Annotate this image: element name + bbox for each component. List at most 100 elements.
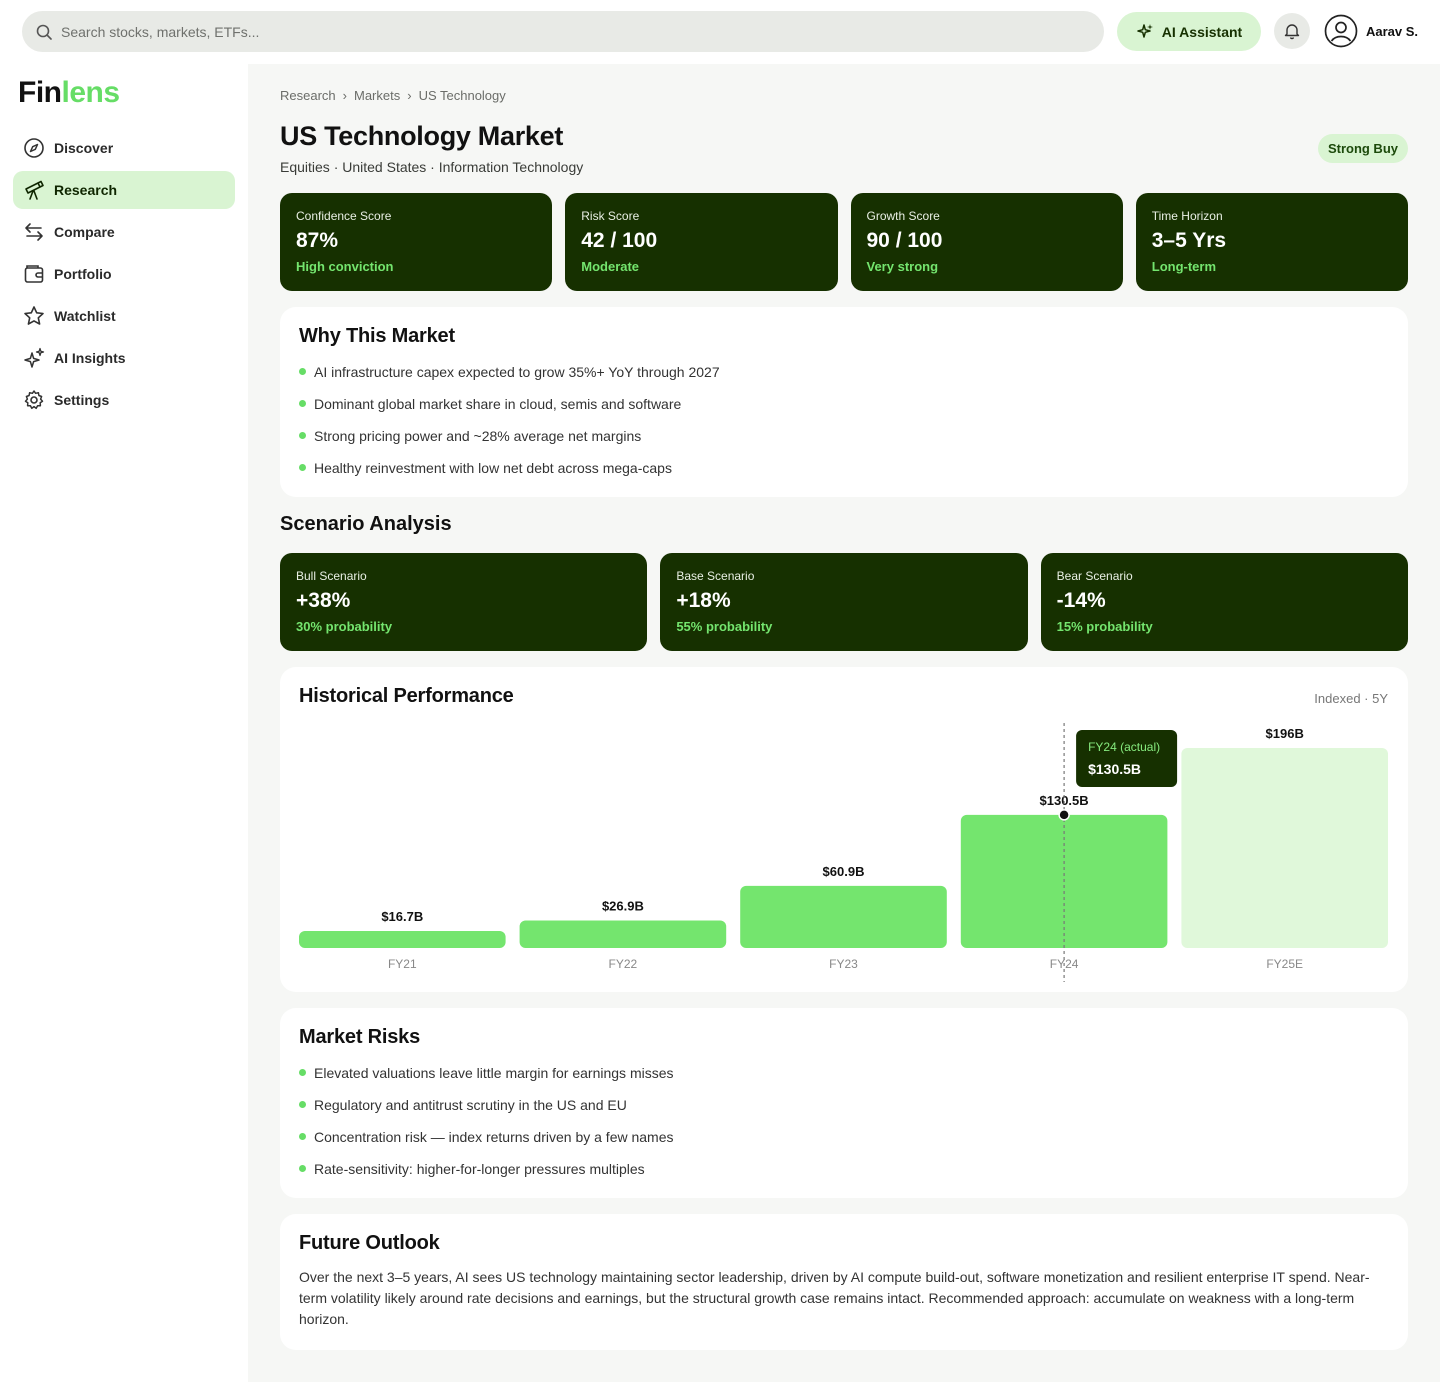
arrows-icon xyxy=(25,223,43,241)
breadcrumb-separator: › xyxy=(342,88,347,103)
ai-assistant-label: AI Assistant xyxy=(1161,23,1243,40)
scenario-value: -14% xyxy=(1056,589,1106,612)
search-bar[interactable]: Search stocks, markets, ETFs... xyxy=(22,11,1104,52)
sidebar-item-watchlist[interactable]: Watchlist xyxy=(13,297,235,335)
sidebar-item-label: Settings xyxy=(54,392,110,408)
list-item: Dominant global market share in cloud, s… xyxy=(299,388,1389,420)
market-risks-list: Elevated valuations leave little margin … xyxy=(299,1057,1389,1185)
scenario-card-base: Base Scenario +18% 55% probability xyxy=(660,553,1028,651)
scenario-probability: 30% probability xyxy=(296,619,393,634)
chart-range-label[interactable]: Indexed · 5Y xyxy=(1314,691,1388,706)
sidebar-item-label: Watchlist xyxy=(54,308,116,324)
list-item: Healthy reinvestment with low net debt a… xyxy=(299,452,1389,484)
why-market-card: Why This Market AI infrastructure capex … xyxy=(280,307,1408,497)
historical-title: Historical Performance xyxy=(299,685,514,707)
bell-icon xyxy=(1284,24,1300,40)
kpi-row: Confidence Score 87% High conviction Ris… xyxy=(280,193,1408,291)
kpi-note: Long-term xyxy=(1151,259,1217,274)
brand-logo-part2: lens xyxy=(61,76,121,109)
x-axis-label: FY25E xyxy=(1266,957,1303,971)
kpi-note: Moderate xyxy=(581,259,640,274)
sidebar-item-label: Portfolio xyxy=(54,266,112,282)
chart-bar xyxy=(1181,748,1388,948)
breadcrumb-item-markets[interactable]: Markets xyxy=(354,88,400,103)
kpi-card-risk: Risk Score 42 / 100 Moderate xyxy=(565,193,838,291)
wallet-icon xyxy=(24,265,44,283)
sparkle-icon xyxy=(24,347,45,368)
breadcrumb-item-current: US Technology xyxy=(418,88,506,103)
chart-bar xyxy=(299,930,506,948)
performance-chart: $16.7B FY21 $26.9B FY22 $60.9B FY23 $130.5B FY2… xyxy=(299,723,1388,982)
brand-logo[interactable]: Finlens xyxy=(18,76,120,110)
sidebar-item-compare[interactable]: Compare xyxy=(13,213,235,251)
page-title: US Technology Market xyxy=(280,121,564,151)
kpi-value: 3–5 Yrs xyxy=(1151,229,1227,252)
sidebar-item-settings[interactable]: Settings xyxy=(13,381,235,419)
kpi-value: 42 / 100 xyxy=(581,229,658,252)
brand-logo-part1: Fin xyxy=(18,76,62,109)
list-item: Regulatory and antitrust scrutiny in the… xyxy=(299,1089,1389,1121)
sparkle-icon xyxy=(1137,23,1153,38)
search-input[interactable]: Search stocks, markets, ETFs... xyxy=(61,24,259,40)
scenario-label: Bear Scenario xyxy=(1056,569,1133,583)
star-icon xyxy=(24,306,44,325)
tooltip-value: $130.5B xyxy=(1088,761,1141,777)
compass-icon xyxy=(24,138,44,158)
sidebar-item-discover[interactable]: Discover xyxy=(13,129,235,167)
user-menu[interactable]: Aarav S. xyxy=(1324,14,1418,48)
scenario-card-bear: Bear Scenario -14% 15% probability xyxy=(1040,553,1408,651)
x-axis-label: FY23 xyxy=(829,957,858,971)
hover-point xyxy=(1058,809,1070,821)
sidebar-item-label: Research xyxy=(54,182,118,198)
bar-value-label: $26.9B xyxy=(602,899,644,914)
bar-value-label: $196B xyxy=(1266,726,1304,741)
scenario-label: Base Scenario xyxy=(676,569,755,583)
chart-bar xyxy=(519,920,727,948)
kpi-card-confidence: Confidence Score 87% High conviction xyxy=(280,193,553,291)
sidebar-nav: Discover Research Compare Portfolio Watc… xyxy=(13,129,235,423)
user-name: Aarav S. xyxy=(1366,23,1419,39)
why-market-list: AI infrastructure capex expected to grow… xyxy=(299,356,1389,484)
sidebar-item-research[interactable]: Research xyxy=(13,171,235,209)
list-item: AI infrastructure capex expected to grow… xyxy=(299,356,1389,388)
list-item: Strong pricing power and ~28% average ne… xyxy=(299,420,1389,452)
sidebar-item-ai-insights[interactable]: AI Insights xyxy=(13,339,235,377)
kpi-card-growth: Growth Score 90 / 100 Very strong xyxy=(850,193,1123,291)
bar-value-label: $16.7B xyxy=(381,909,423,924)
future-outlook-card: Future Outlook Over the next 3–5 years, … xyxy=(280,1214,1408,1350)
kpi-value: 90 / 100 xyxy=(866,229,943,252)
breadcrumb: Research › Markets › US Technology xyxy=(280,88,506,103)
gear-icon xyxy=(24,390,44,410)
search-icon xyxy=(36,24,52,40)
list-item: Rate-sensitivity: higher-for-longer pres… xyxy=(299,1153,1389,1185)
chart-tooltip xyxy=(1076,730,1178,787)
page-subtitle: Equities · United States · Information T… xyxy=(280,159,584,175)
x-axis-label: FY22 xyxy=(609,957,638,971)
main-content: Research › Markets › US Technology US Te… xyxy=(248,64,1440,1382)
market-risks-title: Market Risks xyxy=(299,1026,420,1048)
kpi-value: 87% xyxy=(296,229,339,252)
kpi-note: Very strong xyxy=(866,259,939,274)
kpi-card-horizon: Time Horizon 3–5 Yrs Long-term xyxy=(1135,193,1408,291)
bar-value-label: $60.9B xyxy=(823,864,865,879)
scenario-title: Scenario Analysis xyxy=(280,513,452,535)
kpi-note: High conviction xyxy=(296,259,394,274)
scenario-label: Bull Scenario xyxy=(296,569,367,583)
x-axis-label: FY21 xyxy=(388,957,417,971)
breadcrumb-separator: › xyxy=(407,88,412,103)
sidebar-item-portfolio[interactable]: Portfolio xyxy=(13,255,235,293)
avatar-icon xyxy=(1324,14,1358,48)
list-item: Elevated valuations leave little margin … xyxy=(299,1057,1389,1089)
rating-badge: Strong Buy xyxy=(1317,134,1408,163)
sidebar-item-label: Discover xyxy=(54,140,114,156)
breadcrumb-item-research[interactable]: Research xyxy=(280,88,336,103)
market-risks-card: Market Risks Elevated valuations leave l… xyxy=(280,1008,1408,1198)
sidebar-item-label: AI Insights xyxy=(54,350,126,366)
future-outlook-title: Future Outlook xyxy=(299,1232,440,1254)
scenario-value: +38% xyxy=(296,589,351,612)
ai-assistant-button[interactable]: AI Assistant xyxy=(1117,12,1261,51)
kpi-label: Confidence Score xyxy=(296,209,392,223)
scenario-value: +18% xyxy=(676,589,731,612)
chart-bar xyxy=(740,885,947,948)
notifications-button[interactable] xyxy=(1274,13,1310,49)
